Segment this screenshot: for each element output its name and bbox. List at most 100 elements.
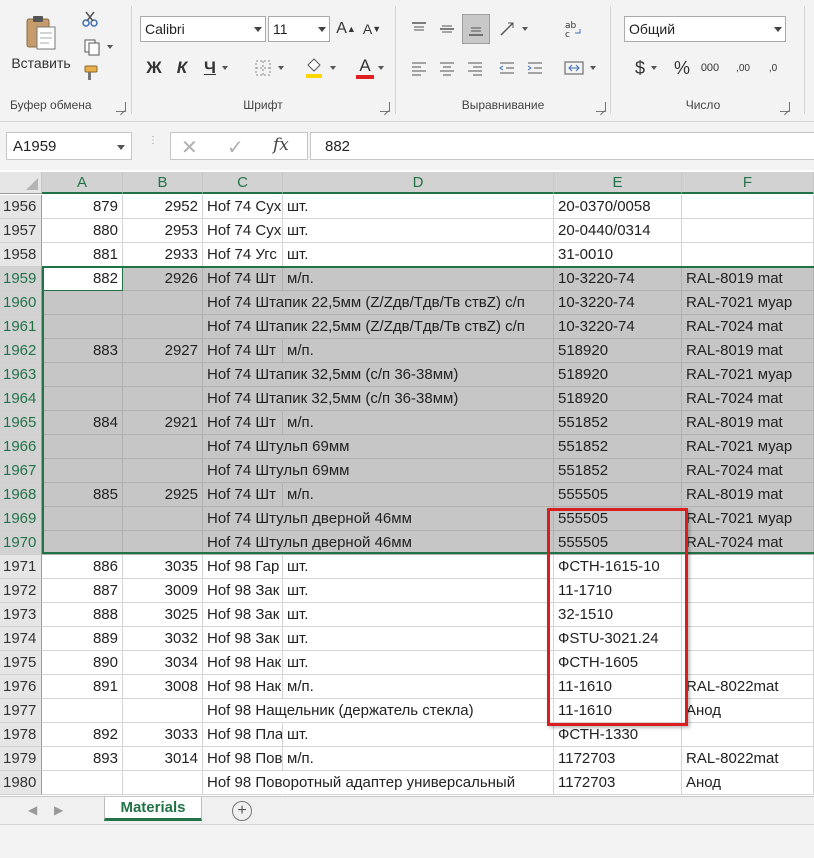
cell-b[interactable]: [123, 459, 203, 483]
cell-a[interactable]: [42, 531, 123, 555]
cell-c[interactable]: Hof 98 Нак: [203, 651, 283, 675]
row-header[interactable]: 1973: [0, 603, 42, 627]
cell-e[interactable]: 1172703: [554, 747, 682, 771]
cell-b[interactable]: [123, 387, 203, 411]
decrease-decimal-button[interactable]: ,0: [760, 54, 786, 82]
cell-b[interactable]: 2926: [123, 267, 203, 291]
cell-c[interactable]: Hof 98 Нащельник (держатель стекла): [203, 699, 474, 723]
cell-e[interactable]: 555505: [554, 531, 682, 555]
paste-button[interactable]: Вставить: [8, 8, 74, 76]
cell-d[interactable]: шт.: [283, 195, 554, 219]
cell-c[interactable]: Hof 74 Штульп дверной 46мм: [203, 531, 412, 555]
row-header[interactable]: 1959: [0, 267, 42, 291]
column-header-e[interactable]: E: [554, 172, 682, 194]
font-launcher-icon[interactable]: [380, 102, 390, 112]
increase-indent-button[interactable]: [522, 56, 548, 80]
cell-b[interactable]: 3034: [123, 651, 203, 675]
cell-e[interactable]: 10-3220-74: [554, 267, 682, 291]
select-all-button[interactable]: [0, 172, 42, 194]
row-header[interactable]: 1979: [0, 747, 42, 771]
cell-d[interactable]: м/п.: [283, 483, 554, 507]
cell-e[interactable]: 20-0370/0058: [554, 195, 682, 219]
row-header[interactable]: 1965: [0, 411, 42, 435]
row-header[interactable]: 1957: [0, 219, 42, 243]
cell-a[interactable]: [42, 507, 123, 531]
cell-a[interactable]: 888: [42, 603, 123, 627]
row-header[interactable]: 1976: [0, 675, 42, 699]
cell-b[interactable]: 2953: [123, 219, 203, 243]
cell-a[interactable]: [42, 291, 123, 315]
cell-d[interactable]: шт.: [283, 627, 554, 651]
row-header[interactable]: 1975: [0, 651, 42, 675]
cell-c[interactable]: Hof 74 Шт: [203, 339, 283, 363]
cell-f[interactable]: [682, 579, 814, 603]
row-header[interactable]: 1962: [0, 339, 42, 363]
cell-a[interactable]: 880: [42, 219, 123, 243]
cell-a[interactable]: [42, 459, 123, 483]
cell-e[interactable]: 11-1710: [554, 579, 682, 603]
cell-e[interactable]: 551852: [554, 459, 682, 483]
cell-c[interactable]: Hof 74 Штапик 22,5мм (Z/Zдв/Тдв/Тв ствZ)…: [203, 315, 525, 339]
row-header[interactable]: 1961: [0, 315, 42, 339]
thousands-separator-button[interactable]: 000: [696, 56, 724, 80]
cell-a[interactable]: 884: [42, 411, 123, 435]
cell-f[interactable]: RAL-8019 mat: [682, 339, 814, 363]
cell-b[interactable]: [123, 291, 203, 315]
align-bottom-button[interactable]: [462, 14, 490, 44]
cell-a[interactable]: 889: [42, 627, 123, 651]
cell-c[interactable]: Hof 74 Шт: [203, 267, 283, 291]
cell-c[interactable]: Hof 98 Нак: [203, 675, 283, 699]
row-header[interactable]: 1960: [0, 291, 42, 315]
cell-d[interactable]: м/п.: [283, 675, 554, 699]
cell-f[interactable]: RAL-7024 mat: [682, 459, 814, 483]
sheet-tab-materials[interactable]: Materials: [104, 797, 202, 821]
cell-d[interactable]: шт.: [283, 219, 554, 243]
row-header[interactable]: 1971: [0, 555, 42, 579]
cell-e[interactable]: 551852: [554, 435, 682, 459]
increase-decimal-button[interactable]: ,00: [730, 54, 756, 82]
cell-b[interactable]: 3035: [123, 555, 203, 579]
row-header[interactable]: 1964: [0, 387, 42, 411]
cell-a[interactable]: 881: [42, 243, 123, 267]
cell-a[interactable]: 891: [42, 675, 123, 699]
font-color-button[interactable]: А: [344, 54, 386, 82]
column-header-f[interactable]: F: [682, 172, 814, 194]
cell-f[interactable]: [682, 555, 814, 579]
cell-c[interactable]: Hof 98 Пла: [203, 723, 283, 747]
cell-b[interactable]: 2921: [123, 411, 203, 435]
cell-d[interactable]: шт.: [283, 603, 554, 627]
cell-b[interactable]: 3008: [123, 675, 203, 699]
cell-d[interactable]: шт.: [283, 651, 554, 675]
cell-a[interactable]: 883: [42, 339, 123, 363]
cell-b[interactable]: [123, 531, 203, 555]
cell-b[interactable]: 2933: [123, 243, 203, 267]
cell-c[interactable]: Hof 74 Штапик 22,5мм (Z/Zдв/Тдв/Тв ствZ)…: [203, 291, 525, 315]
align-right-button[interactable]: [462, 56, 488, 80]
enter-icon[interactable]: ✓: [227, 135, 244, 160]
cell-d[interactable]: шт.: [283, 579, 554, 603]
cell-b[interactable]: [123, 315, 203, 339]
cell-c[interactable]: Hof 74 Штульп 69мм: [203, 435, 350, 459]
prev-sheet-icon[interactable]: ◀: [28, 803, 37, 817]
cell-b[interactable]: 3009: [123, 579, 203, 603]
cell-b[interactable]: 2927: [123, 339, 203, 363]
row-header[interactable]: 1958: [0, 243, 42, 267]
cell-b[interactable]: 3033: [123, 723, 203, 747]
currency-button[interactable]: $: [626, 56, 666, 80]
cell-f[interactable]: [682, 603, 814, 627]
cell-c[interactable]: Hof 74 Штульп дверной 46мм: [203, 507, 412, 531]
row-header[interactable]: 1970: [0, 531, 42, 555]
cell-e[interactable]: 10-3220-74: [554, 291, 682, 315]
column-header-d[interactable]: D: [283, 172, 554, 194]
wrap-text-button[interactable]: ab c: [560, 16, 586, 42]
cell-f[interactable]: RAL-8019 mat: [682, 411, 814, 435]
cell-a[interactable]: 887: [42, 579, 123, 603]
percent-button[interactable]: %: [670, 56, 694, 80]
cell-e[interactable]: 11-1610: [554, 699, 682, 723]
cell-b[interactable]: 2925: [123, 483, 203, 507]
cell-f[interactable]: [682, 651, 814, 675]
cell-c[interactable]: Hof 74 Угс: [203, 243, 283, 267]
fill-color-button[interactable]: [300, 54, 340, 82]
cell-f[interactable]: RAL-7024 mat: [682, 531, 814, 555]
number-format-select[interactable]: Общий: [624, 16, 786, 42]
